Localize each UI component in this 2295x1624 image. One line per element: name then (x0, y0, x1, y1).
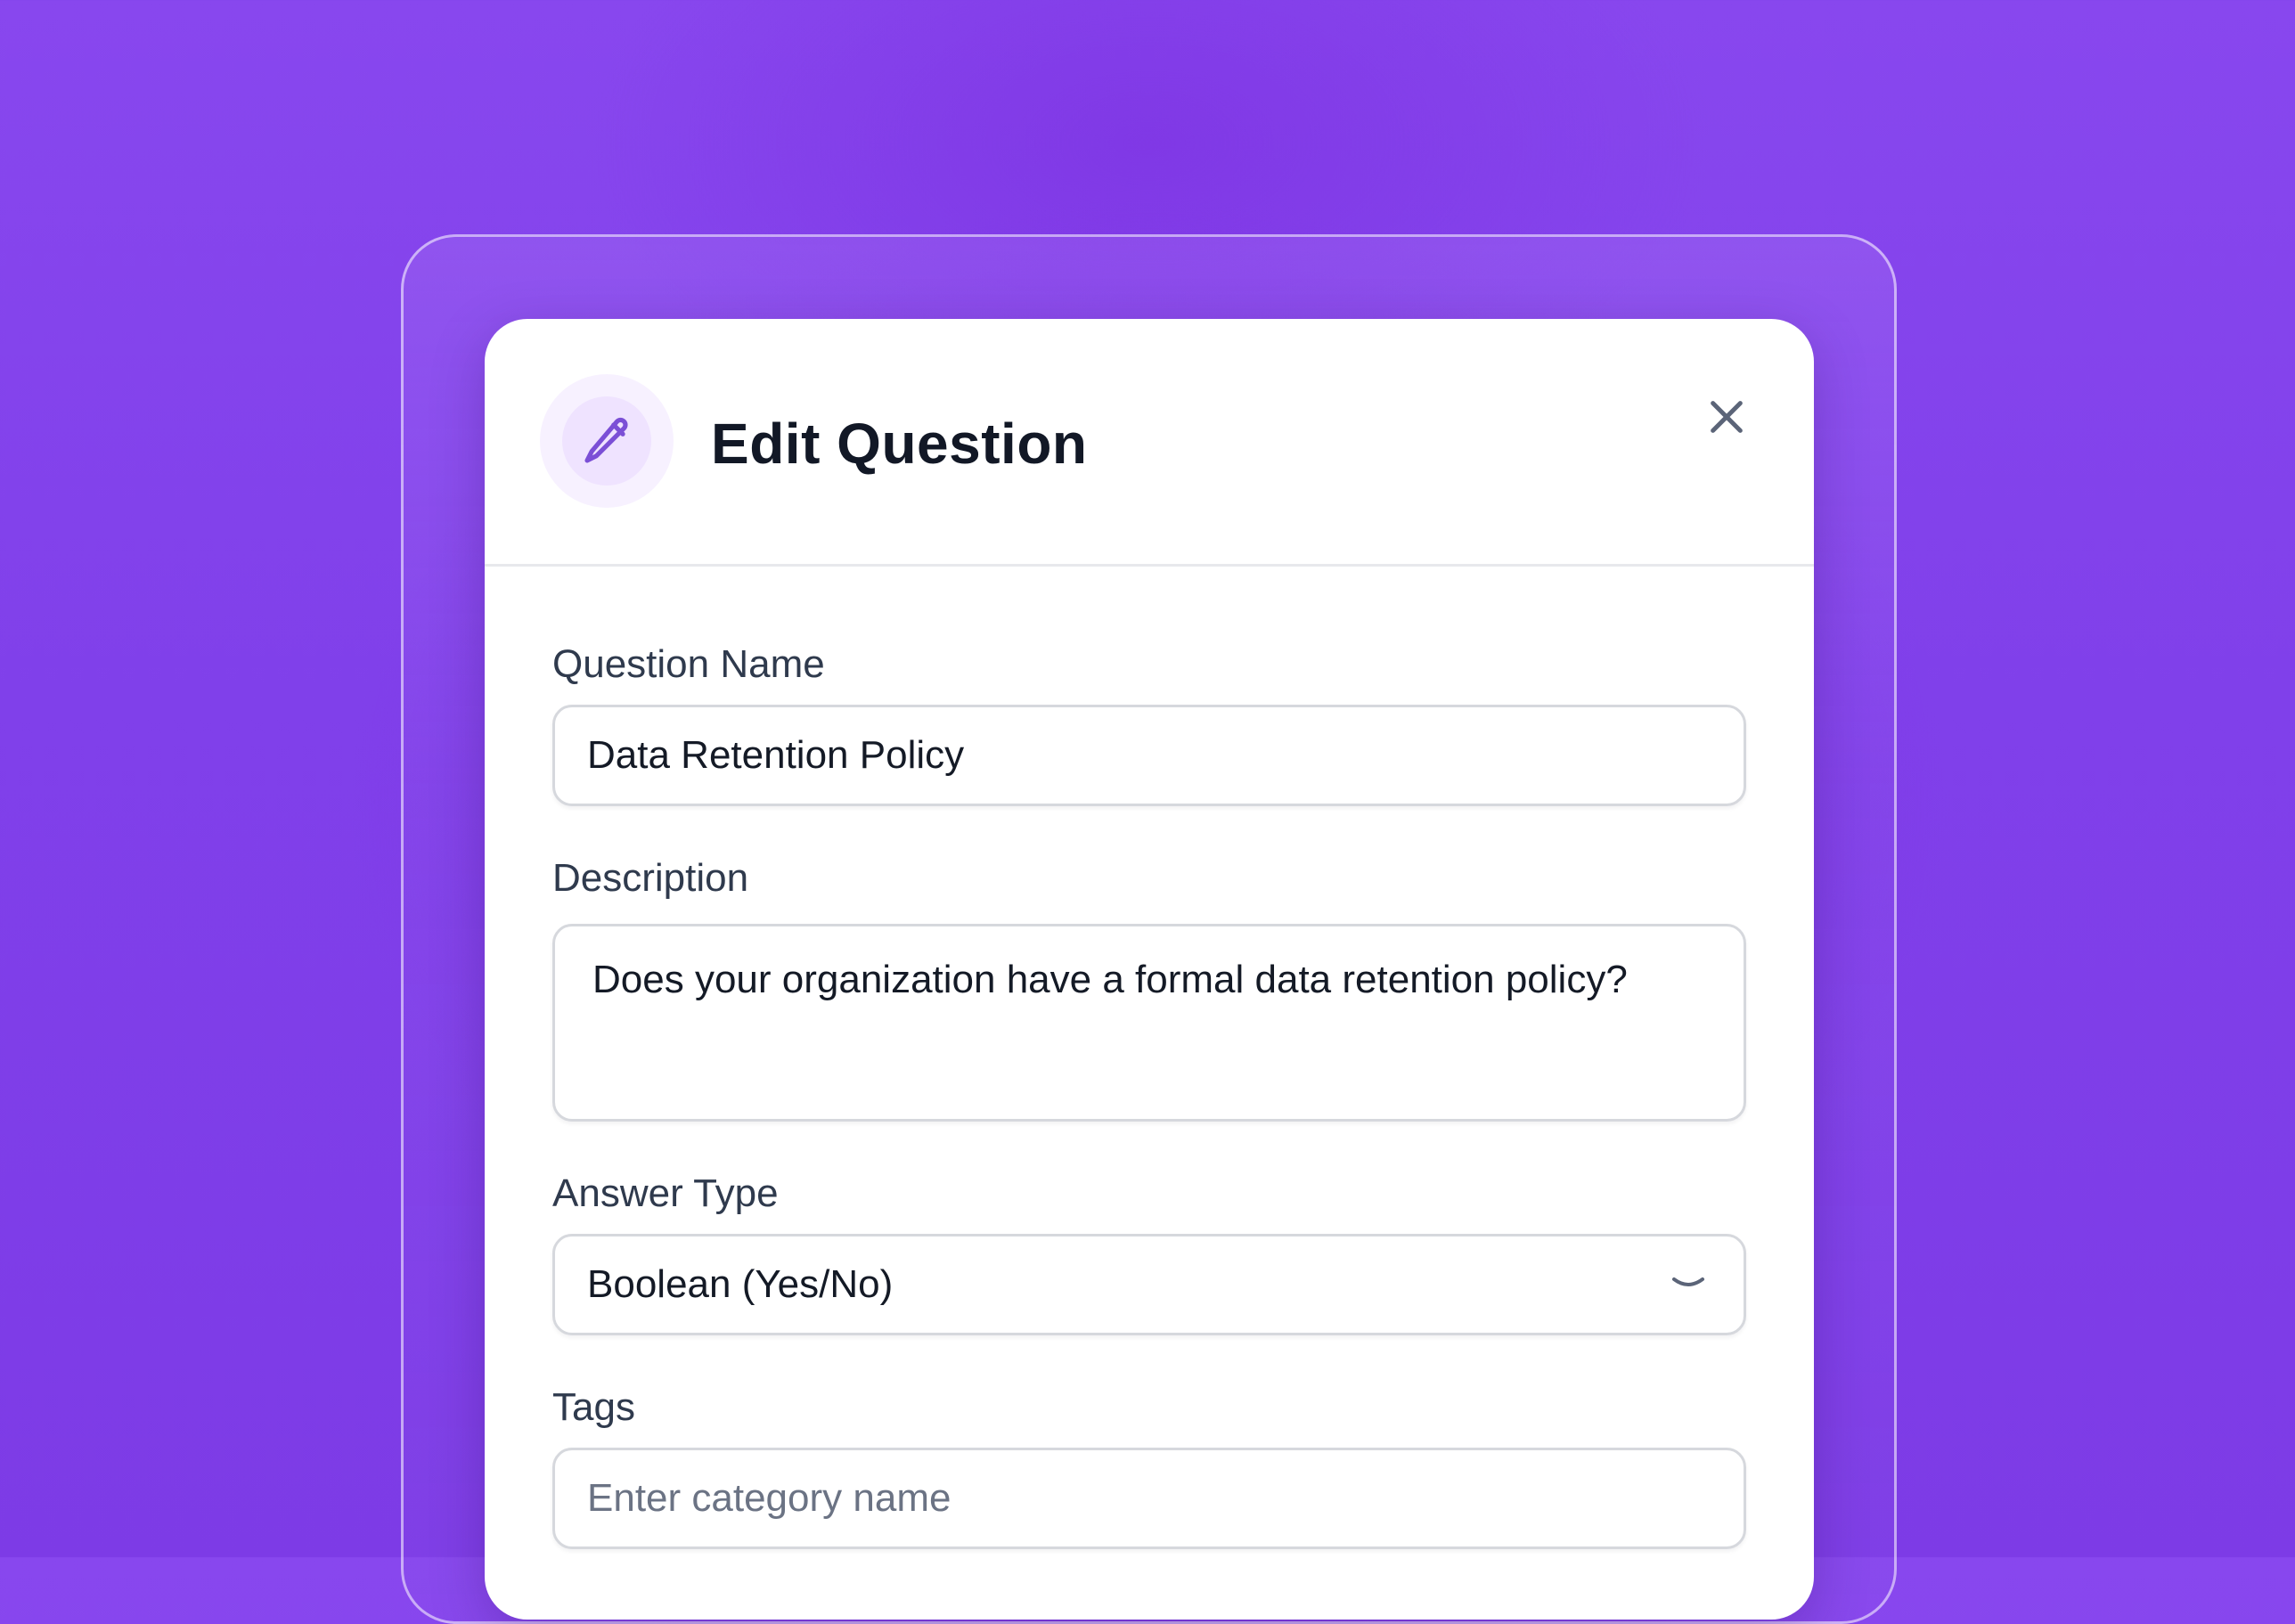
question-name-label: Question Name (552, 642, 825, 686)
edit-question-modal: Edit Question Question Name Data Retenti… (485, 319, 1814, 1620)
tags-input[interactable]: Enter category name (552, 1448, 1746, 1549)
close-icon (1711, 401, 1743, 433)
modal-title: Edit Question (711, 412, 1088, 476)
answer-type-select[interactable]: Boolean (Yes/No) (552, 1234, 1746, 1335)
question-name-input[interactable]: Data Retention Policy (552, 705, 1746, 806)
description-value: Does your organization have a formal dat… (592, 958, 1628, 1001)
header-icon-badge (540, 374, 674, 508)
header-icon-circle (562, 396, 651, 486)
question-name-value: Data Retention Policy (587, 733, 965, 777)
modal-header: Edit Question (485, 319, 1814, 567)
close-button[interactable] (1693, 383, 1760, 451)
description-textarea[interactable]: Does your organization have a formal dat… (552, 924, 1746, 1122)
answer-type-label: Answer Type (552, 1171, 779, 1215)
tags-label: Tags (552, 1385, 635, 1429)
pencil-icon (584, 417, 628, 463)
tags-placeholder: Enter category name (587, 1476, 951, 1520)
description-label: Description (552, 856, 749, 900)
chevron-down-icon (1672, 1277, 1704, 1286)
answer-type-value: Boolean (Yes/No) (587, 1262, 894, 1306)
